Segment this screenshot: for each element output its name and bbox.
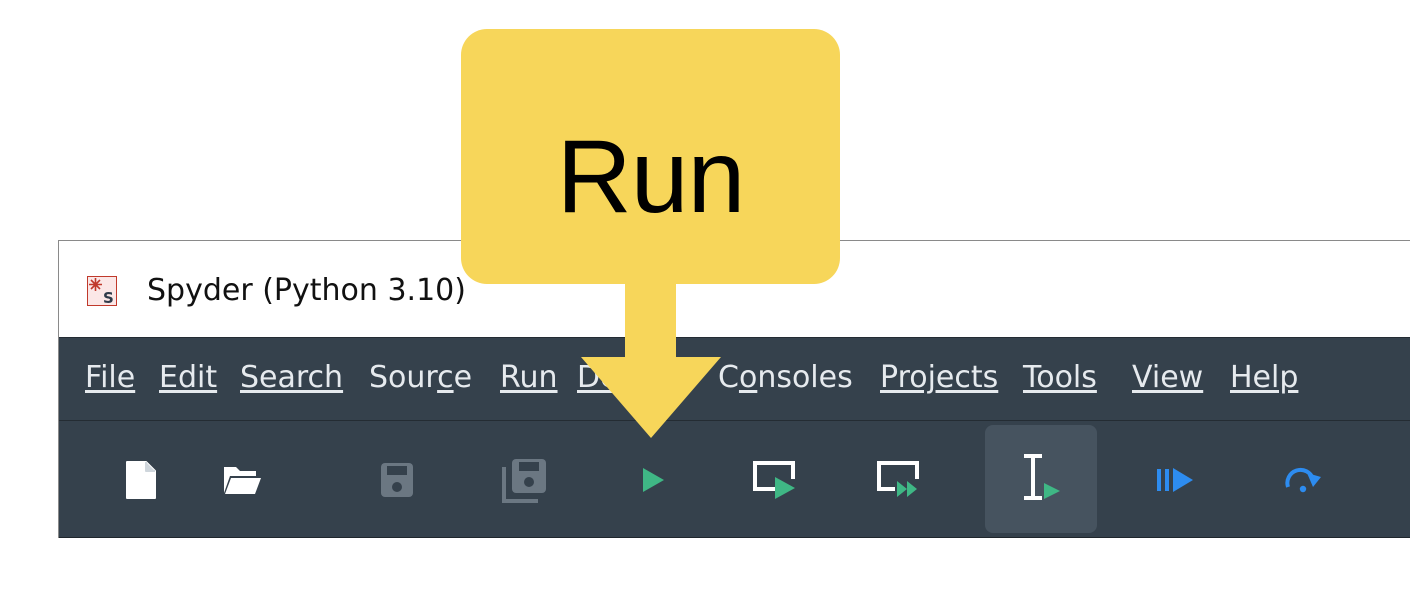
run-selection-icon — [1018, 453, 1064, 505]
save-button[interactable] — [341, 421, 453, 538]
menu-search[interactable]: Search — [240, 360, 343, 396]
save-all-icon — [502, 457, 548, 503]
save-icon — [380, 462, 414, 498]
menu-projects[interactable]: Projects — [880, 360, 998, 396]
open-file-button[interactable] — [186, 421, 298, 538]
spyder-logo-icon: S — [87, 276, 117, 307]
run-callout: Run — [461, 29, 840, 284]
svg-text:S: S — [103, 289, 114, 306]
menu-help[interactable]: Help — [1230, 360, 1298, 396]
step-over-icon — [1283, 467, 1323, 493]
menu-run[interactable]: Run — [500, 360, 558, 396]
callout-label: Run — [556, 119, 746, 235]
new-file-button[interactable] — [85, 421, 197, 538]
menu-file[interactable]: File — [85, 360, 135, 396]
menu-bar: File Edit Search Source Run Debug Consol… — [59, 337, 1410, 421]
run-cell-icon — [751, 459, 799, 501]
debug-icon — [1155, 466, 1195, 494]
window-title: Spyder (Python 3.10) — [147, 273, 466, 308]
debug-button[interactable] — [1119, 421, 1231, 538]
open-folder-icon — [222, 463, 262, 497]
run-cell-advance-icon — [875, 459, 923, 501]
menu-view[interactable]: View — [1132, 360, 1203, 396]
run-play-icon — [637, 465, 667, 495]
run-selection-button[interactable] — [985, 425, 1097, 533]
arrow-down-icon — [576, 280, 726, 442]
main-toolbar — [59, 421, 1410, 538]
step-over-button[interactable] — [1247, 421, 1359, 538]
run-cell-advance-button[interactable] — [843, 421, 955, 538]
menu-source[interactable]: Source — [369, 360, 472, 396]
menu-consoles[interactable]: Consoles — [718, 360, 853, 396]
new-file-icon — [124, 459, 158, 501]
menu-edit[interactable]: Edit — [159, 360, 217, 396]
save-all-button[interactable] — [469, 421, 581, 538]
menu-tools[interactable]: Tools — [1023, 360, 1097, 396]
run-cell-button[interactable] — [719, 421, 831, 538]
spyder-window: S Spyder (Python 3.10) File Edit Search … — [58, 240, 1410, 538]
